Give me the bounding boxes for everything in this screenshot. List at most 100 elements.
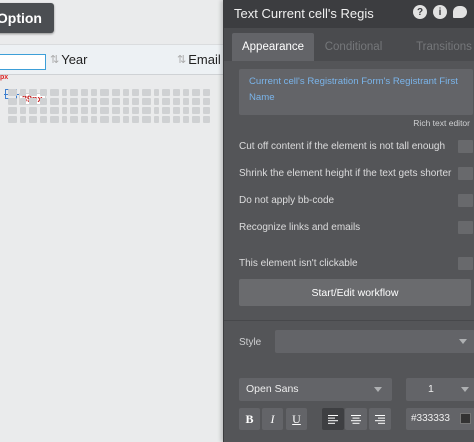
placeholder-cell [81, 116, 88, 123]
chat-icon[interactable] [453, 6, 467, 18]
placeholder-cell [62, 116, 67, 123]
font-family-value: Open Sans [246, 383, 299, 395]
chevron-down-icon [374, 387, 382, 392]
placeholder-cell [203, 116, 210, 123]
align-center-icon [351, 414, 361, 424]
checkbox[interactable] [458, 140, 473, 153]
placeholder-cell [132, 98, 139, 105]
checkbox[interactable] [458, 167, 473, 180]
font-size-dropdown[interactable]: 1 [406, 378, 474, 401]
text-content-editor[interactable]: Current cell's Registration Form's Regis… [239, 69, 473, 115]
placeholder-cell [91, 98, 97, 105]
panel-header[interactable]: Text Current cell's Regis ? i [224, 0, 474, 28]
align-center-button[interactable] [345, 408, 367, 430]
placeholder-cell [40, 98, 47, 105]
align-left-icon [328, 414, 338, 424]
checkbox-row-shrink[interactable]: Shrink the element height if the text ge… [239, 167, 474, 181]
placeholder-cell [62, 89, 67, 96]
bold-button[interactable]: B [239, 408, 260, 430]
column-header-year[interactable]: ⇅ Year [50, 52, 88, 67]
panel-tabs: Appearance Conditional Transitions [224, 28, 474, 61]
style-dropdown[interactable] [275, 330, 474, 353]
tab-appearance[interactable]: Appearance [232, 33, 314, 61]
placeholder-cell [29, 98, 37, 105]
placeholder-cell [183, 116, 189, 123]
panel-title: Text Current cell's Regis [234, 6, 374, 21]
chevron-down-icon [461, 387, 469, 392]
tab-transitions[interactable]: Transitions [404, 33, 474, 61]
placeholder-cell [173, 98, 180, 105]
placeholder-cell [50, 89, 59, 96]
checkbox-row-cutoff[interactable]: Cut off content if the element is not ta… [239, 140, 474, 154]
sort-icon: ⇅ [177, 54, 186, 66]
placeholder-cell [62, 107, 67, 114]
placeholder-cell [100, 89, 109, 96]
section-divider [224, 320, 474, 321]
align-left-button[interactable] [322, 408, 344, 430]
placeholder-cell [112, 107, 120, 114]
checkbox-label: Cut off content if the element is not ta… [239, 141, 446, 152]
placeholder-cell [100, 107, 109, 114]
placeholder-cell [81, 98, 88, 105]
placeholder-cell [154, 107, 159, 114]
placeholder-cell [40, 89, 47, 96]
placeholder-cell [162, 107, 170, 114]
placeholder-cell [8, 98, 17, 105]
placeholder-cell [112, 116, 120, 123]
placeholder-cell [154, 89, 159, 96]
placeholder-cell [112, 89, 120, 96]
color-swatch[interactable] [460, 413, 471, 424]
start-edit-workflow-button[interactable]: Start/Edit workflow [239, 279, 471, 306]
column-header-label: Email [188, 52, 221, 67]
placeholder-cell [20, 107, 26, 114]
placeholder-cell [173, 107, 180, 114]
checkbox-label: Do not apply bb-code [239, 195, 335, 206]
placeholder-cell [123, 116, 129, 123]
placeholder-cell [8, 107, 17, 114]
placeholder-cell [123, 98, 129, 105]
checkbox[interactable] [458, 221, 473, 234]
checkbox-row-links[interactable]: Recognize links and emails [239, 221, 474, 235]
placeholder-cell [40, 107, 47, 114]
selected-cell-outline[interactable] [0, 54, 46, 70]
checkbox-row-bbcode[interactable]: Do not apply bb-code [239, 194, 474, 208]
option-button[interactable]: Option [0, 3, 54, 33]
sort-icon: ⇅ [50, 54, 59, 66]
placeholder-cell [29, 116, 37, 123]
italic-button[interactable]: I [262, 408, 283, 430]
underline-button[interactable]: U [286, 408, 307, 430]
tab-conditional[interactable]: Conditional [316, 33, 391, 61]
placeholder-cell [112, 98, 120, 105]
text-color-value: #333333 [411, 413, 450, 424]
placeholder-cell [173, 116, 180, 123]
placeholder-cell [40, 116, 47, 123]
placeholder-cell [183, 89, 189, 96]
placeholder-cell [183, 107, 189, 114]
placeholder-cells [8, 89, 213, 123]
placeholder-cell [192, 116, 200, 123]
placeholder-cell [70, 98, 78, 105]
property-editor-panel: Text Current cell's Regis ? i Appearance… [223, 0, 474, 442]
checkbox[interactable] [458, 194, 473, 207]
placeholder-cell [8, 89, 17, 96]
help-icon[interactable]: ? [413, 5, 427, 19]
checkbox[interactable] [458, 257, 473, 270]
align-right-button[interactable] [369, 408, 391, 430]
column-header-email[interactable]: ⇅ Email [177, 52, 221, 67]
placeholder-cell [154, 116, 159, 123]
placeholder-cell [203, 89, 210, 96]
checkbox-label: Recognize links and emails [239, 222, 361, 233]
font-family-dropdown[interactable]: Open Sans [239, 378, 392, 401]
placeholder-cell [100, 98, 109, 105]
placeholder-cell [162, 98, 170, 105]
rich-text-editor-link[interactable]: Rich text editor [413, 118, 470, 128]
text-color-input[interactable]: #333333 [406, 408, 474, 430]
placeholder-cell [91, 107, 97, 114]
placeholder-cell [20, 89, 26, 96]
info-icon[interactable]: i [433, 5, 447, 19]
placeholder-cell [142, 98, 151, 105]
editor-canvas[interactable]: Option ⇅ Year ⇅ Email px 39px [0, 0, 228, 442]
placeholder-cell [29, 89, 37, 96]
checkbox-row-not-clickable[interactable]: This element isn't clickable [239, 257, 474, 271]
placeholder-cell [81, 107, 88, 114]
